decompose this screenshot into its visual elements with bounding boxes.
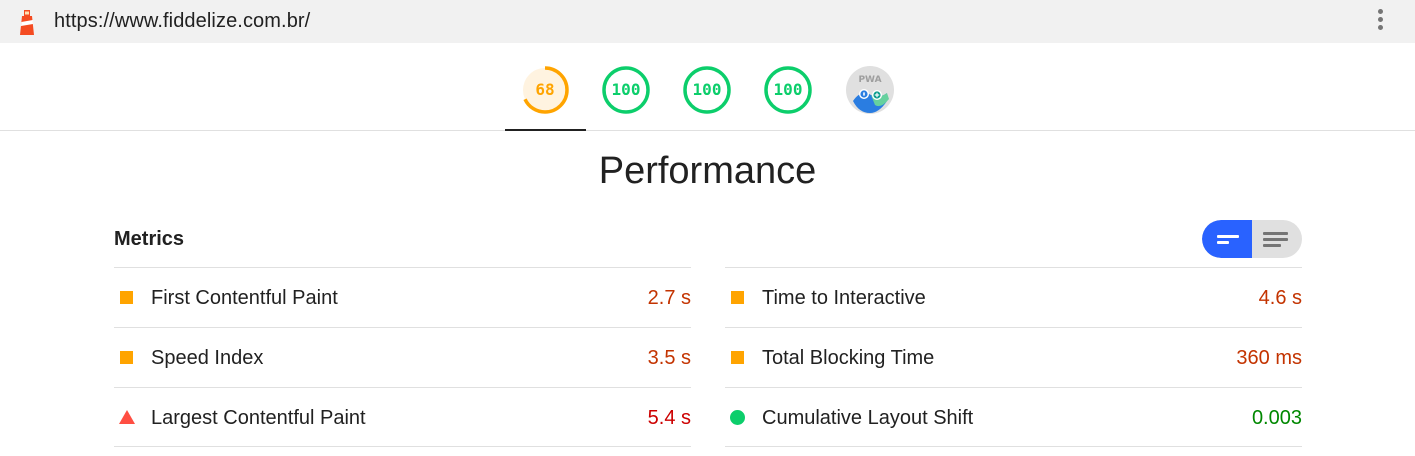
pwa-gauge[interactable]: PWA — [845, 65, 895, 115]
best-practices-gauge[interactable]: 100 — [682, 65, 732, 115]
pwa-badge-icon: PWA — [846, 66, 894, 114]
metric-row[interactable]: Total Blocking Time 360 ms — [725, 327, 1302, 387]
gauge-score: 68 — [535, 80, 555, 99]
gauge-score: 100 — [611, 80, 641, 99]
page-title: Performance — [598, 150, 817, 192]
pwa-label: PWA — [858, 75, 881, 85]
metric-value: 0.003 — [1251, 407, 1302, 429]
metrics-column-left: First Contentful Paint 2.7 s Speed Index… — [114, 267, 691, 447]
metric-value: 2.7 s — [647, 287, 691, 309]
metric-name: Largest Contentful Paint — [151, 407, 366, 429]
lighthouse-icon — [20, 10, 34, 35]
metric-name: Total Blocking Time — [762, 347, 935, 369]
url-bar: https://www.fiddelize.com.br/ — [0, 0, 1415, 43]
performance-gauge[interactable]: 68 — [520, 65, 570, 115]
seo-gauge[interactable]: 100 — [763, 65, 813, 115]
metrics-column-right: Time to Interactive 4.6 s Total Blocking… — [725, 267, 1302, 447]
pass-indicator-icon — [730, 410, 745, 425]
metric-value: 4.6 s — [1258, 287, 1302, 309]
metric-row[interactable]: Time to Interactive 4.6 s — [725, 267, 1302, 327]
metric-value: 360 ms — [1236, 347, 1302, 369]
fail-indicator-icon — [119, 410, 135, 424]
gauge-score: 100 — [773, 80, 803, 99]
category-gauges: 68 100 100 100 PWA — [0, 43, 1415, 131]
metric-name: First Contentful Paint — [151, 287, 338, 309]
metric-value: 5.4 s — [647, 407, 691, 429]
expanded-view-icon[interactable] — [1252, 220, 1302, 258]
accessibility-gauge[interactable]: 100 — [601, 65, 651, 115]
metric-row[interactable]: Cumulative Layout Shift 0.003 — [725, 387, 1302, 447]
compact-view-icon[interactable] — [1202, 220, 1252, 258]
metrics-heading: Metrics — [114, 228, 185, 250]
gauge-score: 100 — [692, 80, 722, 99]
metric-name: Time to Interactive — [762, 287, 926, 309]
metric-name: Cumulative Layout Shift — [762, 407, 974, 429]
page-url: https://www.fiddelize.com.br/ — [54, 10, 311, 32]
kebab-menu-icon[interactable] — [1370, 9, 1390, 35]
average-indicator-icon — [731, 291, 744, 304]
metric-row[interactable]: Speed Index 3.5 s — [114, 327, 691, 387]
average-indicator-icon — [120, 291, 133, 304]
metric-name: Speed Index — [151, 347, 264, 369]
active-tab-indicator — [505, 129, 586, 131]
metric-value: 3.5 s — [647, 347, 691, 369]
metric-row[interactable]: Largest Contentful Paint 5.4 s — [114, 387, 691, 447]
average-indicator-icon — [120, 351, 133, 364]
average-indicator-icon — [731, 351, 744, 364]
metrics-view-toggle[interactable] — [1202, 220, 1302, 258]
metric-row[interactable]: First Contentful Paint 2.7 s — [114, 267, 691, 327]
